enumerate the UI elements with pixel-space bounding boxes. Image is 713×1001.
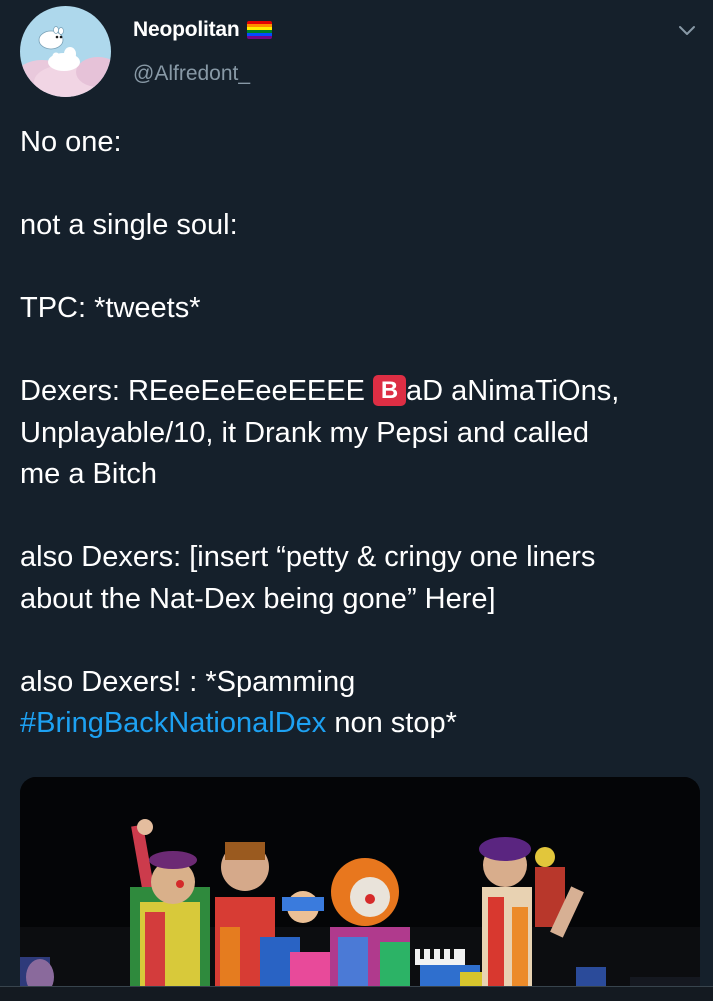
- tweet-line: non stop*: [326, 707, 457, 739]
- avatar[interactable]: [20, 6, 111, 97]
- user-handle[interactable]: @Alfredont_: [133, 62, 250, 86]
- tweet-line: No one:: [20, 126, 122, 158]
- display-name[interactable]: Neopolitan: [133, 18, 240, 42]
- hashtag-link[interactable]: #BringBackNationalDex: [20, 707, 326, 739]
- tweet-text: No one: not a single soul: TPC: *tweets*…: [20, 122, 700, 745]
- tweet: Neopolitan @Alfredont_ No one: not a sin…: [0, 0, 713, 1001]
- clowns-image: [20, 777, 700, 1001]
- tweet-line: TPC: *tweets*: [20, 292, 201, 324]
- chevron-down-icon[interactable]: [675, 22, 699, 40]
- moomin-avatar-image: [20, 6, 111, 97]
- tweet-line: also Dexers! : *Spamming: [20, 665, 356, 698]
- tweet-media-gif[interactable]: [20, 777, 700, 1001]
- b-button-emoji-icon: B: [373, 375, 407, 406]
- bottom-divider: [0, 986, 713, 1001]
- tweet-line: also Dexers: [insert “petty & cringy one…: [20, 541, 596, 615]
- rainbow-flag-icon: [246, 21, 272, 39]
- tweet-line: not a single soul:: [20, 209, 238, 241]
- tweet-line: Dexers: REeeEeEeeEEEE: [20, 375, 374, 407]
- author-row: Neopolitan: [133, 18, 272, 42]
